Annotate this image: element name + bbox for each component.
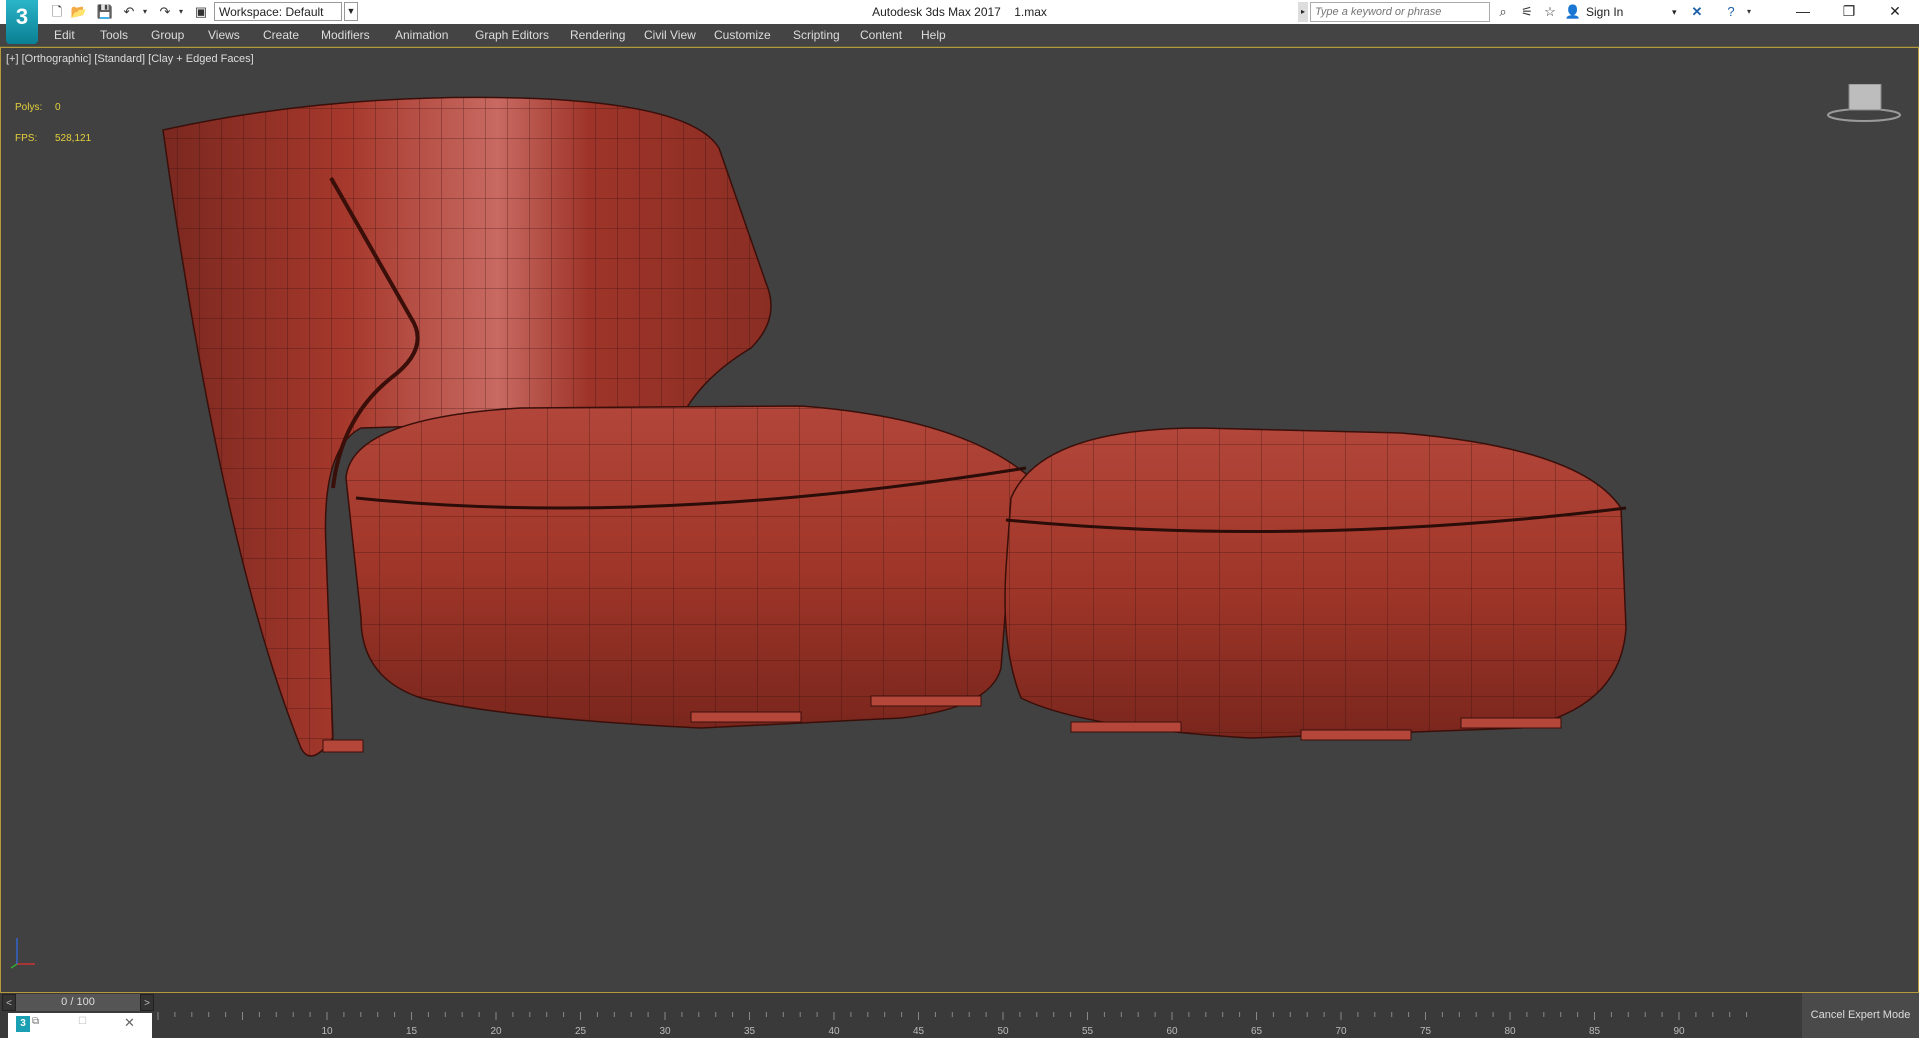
app-tab-icon: 3 (16, 1016, 30, 1032)
menu-create[interactable]: Create (263, 24, 299, 46)
open-file-icon[interactable]: 📂 (70, 3, 88, 21)
ruler-tick-label: 75 (1420, 1026, 1432, 1037)
project-folder-icon[interactable]: ▣ (192, 3, 210, 21)
menu-content[interactable]: Content (860, 24, 902, 46)
ruler-tick-label: 15 (406, 1026, 418, 1037)
menu-views[interactable]: Views (208, 24, 240, 46)
workspace-select[interactable]: Workspace: Default (214, 2, 342, 21)
new-file-icon[interactable]: 🗋 (48, 3, 66, 21)
save-icon[interactable]: 💾 (96, 3, 114, 21)
ruler-tick-label: 55 (1082, 1026, 1094, 1037)
timeline: < 0 / 100 > 10 15 20 25 30 35 40 45 50 55 60 65 70 75… (0, 993, 1919, 1038)
title-bar: 3 🗋 📂 💾 ↶ ▾ ↷ ▾ ▣ Workspace: Default ▼ A… (0, 0, 1919, 44)
menu-graph-editors[interactable]: Graph Editors (475, 24, 549, 46)
time-slider-frame[interactable]: 0 / 100 (16, 994, 140, 1011)
ruler-tick-label: 90 (1673, 1026, 1685, 1037)
help-icon[interactable]: ? (1722, 3, 1740, 21)
minimize-icon[interactable]: — (1780, 0, 1826, 24)
menu-bar: Edit Tools Group Views Create Modifiers … (0, 24, 1919, 47)
ruler-tick-label: 40 (828, 1026, 840, 1037)
ruler-tick-label: 10 (321, 1026, 333, 1037)
restore-icon[interactable]: ❐ (1826, 0, 1872, 24)
app-logo-icon[interactable]: 3 (6, 0, 38, 44)
menu-customize[interactable]: Customize (714, 24, 771, 46)
ruler-tick-label: 25 (575, 1026, 587, 1037)
maximize-tab-icon[interactable]: ☐ (78, 1016, 87, 1027)
armchair-ottoman-model[interactable] (1, 48, 1919, 993)
menu-tools[interactable]: Tools (100, 24, 128, 46)
ruler-tick-label: 45 (913, 1026, 925, 1037)
sign-in-button[interactable]: Sign In (1586, 3, 1623, 21)
ruler-tick-label: 80 (1504, 1026, 1516, 1037)
menu-modifiers[interactable]: Modifiers (321, 24, 370, 46)
menu-scripting[interactable]: Scripting (793, 24, 840, 46)
ruler-tick-label: 65 (1251, 1026, 1263, 1037)
time-slider-prev-icon[interactable]: < (2, 994, 16, 1011)
sign-in-dropdown-icon[interactable]: ▾ (1672, 3, 1677, 21)
restore-tab-icon[interactable]: ⧉ (32, 1016, 39, 1027)
workspace-dropdown-icon[interactable]: ▼ (344, 2, 358, 21)
search-input[interactable] (1310, 2, 1490, 22)
search-expand-icon[interactable]: ▸ (1298, 2, 1308, 22)
app-name: Autodesk 3ds Max 2017 (872, 5, 1001, 19)
menu-rendering[interactable]: Rendering (570, 24, 625, 46)
ruler-tick-label: 35 (744, 1026, 756, 1037)
time-slider[interactable]: < 0 / 100 > (2, 994, 154, 1011)
user-icon[interactable]: 👤 (1564, 3, 1582, 21)
ruler-tick-label: 50 (997, 1026, 1009, 1037)
axis-tripod-icon (10, 938, 35, 969)
file-name: 1.max (1014, 5, 1047, 19)
track-bar-ruler[interactable]: 10 15 20 25 30 35 40 45 50 55 60 65 70 75 80 85 90 (152, 1012, 1752, 1038)
time-slider-next-icon[interactable]: > (140, 994, 154, 1011)
cancel-expert-mode-button[interactable]: Cancel Expert Mode (1802, 993, 1919, 1038)
workspace-value: Workspace: Default (219, 5, 324, 19)
binoculars-icon[interactable]: ⌕ (1494, 3, 1512, 21)
menu-animation[interactable]: Animation (395, 24, 448, 46)
viewport-orthographic[interactable]: [+] [Orthographic] [Standard] [Clay + Ed… (0, 47, 1919, 993)
taskbar-window-tab[interactable]: 3 ⧉ ☐ ✕ (8, 1013, 152, 1038)
ruler-tick-label: 70 (1335, 1026, 1347, 1037)
ruler-tick-label: 85 (1589, 1026, 1601, 1037)
menu-help[interactable]: Help (921, 24, 946, 46)
close-icon[interactable]: ✕ (1872, 0, 1918, 24)
communication-center-icon[interactable]: ⚟ (1518, 3, 1536, 21)
help-dropdown-icon[interactable]: ▾ (1740, 3, 1758, 21)
menu-civil-view[interactable]: Civil View (644, 24, 696, 46)
favorites-star-icon[interactable]: ☆ (1541, 3, 1559, 21)
redo-dropdown-icon[interactable]: ▾ (172, 3, 190, 21)
exchange-apps-icon[interactable]: ✕ (1688, 3, 1706, 21)
close-tab-icon[interactable]: ✕ (124, 1015, 135, 1031)
menu-group[interactable]: Group (151, 24, 184, 46)
ruler-tick-label: 60 (1166, 1026, 1178, 1037)
ruler-tick-label: 30 (659, 1026, 671, 1037)
ruler-tick-label: 20 (490, 1026, 502, 1037)
undo-dropdown-icon[interactable]: ▾ (136, 3, 154, 21)
menu-edit[interactable]: Edit (54, 24, 75, 46)
